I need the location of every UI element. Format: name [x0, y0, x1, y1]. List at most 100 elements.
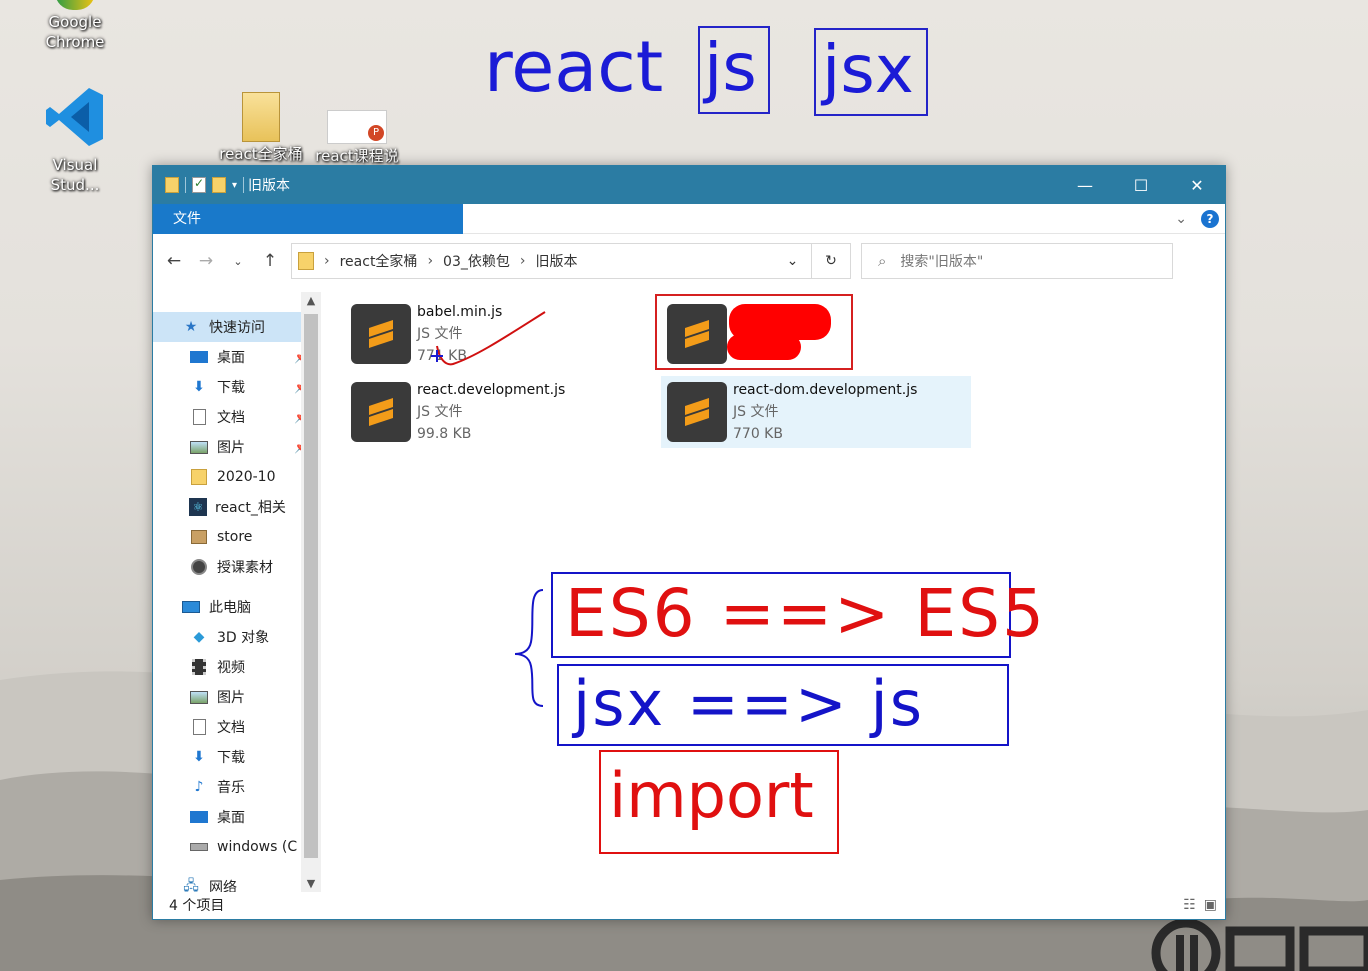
nav-item-downloads-pc[interactable]: ⬇ 下载 [153, 742, 321, 772]
nav-item-videos[interactable]: 视频 [153, 652, 321, 682]
nav-item-documents[interactable]: 文档 📌 [153, 402, 321, 432]
cube-icon: ◆ [193, 629, 205, 645]
nav-item-pictures-pc[interactable]: 图片 [153, 682, 321, 712]
nav-label: 3D 对象 [217, 630, 270, 646]
desktop-icon-react-ppt[interactable]: P react课程说 [312, 110, 402, 166]
scrollbar-thumb[interactable] [304, 314, 318, 858]
back-button[interactable]: ← [163, 251, 185, 271]
powerpoint-file-icon: P [327, 110, 387, 144]
annotation-jsx: jsx [822, 31, 914, 108]
expand-ribbon-icon[interactable]: ⌄ [1175, 211, 1187, 227]
breadcrumb-item[interactable]: 03_依赖包 [443, 251, 510, 271]
maximize-button[interactable]: ☐ [1113, 166, 1169, 204]
desktop-icon-label: react全家桶 [219, 145, 303, 163]
star-icon: ★ [184, 319, 198, 335]
file-type: JS 文件 [417, 404, 463, 420]
annotation-js: js [704, 29, 757, 106]
file-name: react-dom.development.js [733, 382, 918, 398]
desktop-icon [189, 349, 209, 365]
recent-locations-dropdown[interactable]: ⌄ [227, 255, 249, 268]
scroll-down-icon[interactable]: ▼ [301, 877, 321, 890]
nav-item-course-materials[interactable]: 授课素材 [153, 552, 321, 582]
properties-icon[interactable] [192, 176, 206, 193]
customize-toolbar-dropdown[interactable]: ▾ [232, 180, 237, 191]
nav-network[interactable]: 🖧 网络 [153, 872, 321, 892]
forward-button[interactable]: → [195, 251, 217, 271]
minimize-button[interactable]: — [1057, 166, 1113, 204]
document-icon [189, 409, 209, 425]
address-row: ← → ⌄ ↑ › react全家桶 › 03_依赖包 › 旧版本 ⌄ ↻ ⌕ … [153, 234, 1225, 288]
scroll-up-icon[interactable]: ▲ [301, 294, 321, 307]
computer-icon [181, 599, 201, 615]
address-bar[interactable]: › react全家桶 › 03_依赖包 › 旧版本 ⌄ ↻ [291, 243, 851, 279]
nav-label: 此电脑 [209, 600, 251, 616]
nav-label: 授课素材 [217, 560, 273, 576]
nav-item-desktop-pc[interactable]: 桌面 [153, 802, 321, 832]
desktop-icon-react-folder[interactable]: react全家桶 [216, 92, 306, 164]
file-list: babel.min.js JS 文件 771 KB react.developm… [333, 292, 1213, 892]
nav-scrollbar[interactable]: ▲ ▼ [301, 292, 321, 892]
desktop-icon-vscode[interactable]: Visual Stud... [30, 86, 120, 195]
nav-item-2020-10[interactable]: 2020-10 [153, 462, 321, 492]
chevron-right-icon[interactable]: › [520, 253, 526, 269]
desktop-icon [189, 809, 209, 825]
search-box[interactable]: ⌕ 搜索"旧版本" [861, 243, 1173, 279]
nav-item-3d-objects[interactable]: ◆ 3D 对象 [153, 622, 321, 652]
item-count: 4 个项目 [169, 898, 225, 914]
breadcrumb-item[interactable]: react全家桶 [340, 251, 418, 271]
nav-label: 下载 [217, 750, 245, 766]
nav-item-music[interactable]: ♪ 音乐 [153, 772, 321, 802]
annotation-checkmark-stroke [431, 311, 546, 366]
window-title: 旧版本 [248, 178, 291, 194]
up-button[interactable]: ↑ [259, 251, 281, 271]
nav-label: 桌面 [217, 810, 245, 826]
folder-icon [242, 92, 280, 142]
separator [243, 177, 245, 193]
new-folder-icon[interactable] [212, 177, 226, 193]
nav-quick-access[interactable]: ★ 快速访问 [153, 312, 321, 342]
nav-item-react-related[interactable]: ⚛ react_相关 [153, 492, 321, 522]
film-icon [189, 659, 209, 675]
nav-label: 下载 [217, 380, 245, 396]
close-button[interactable]: ✕ [1169, 166, 1225, 204]
package-icon [189, 529, 209, 545]
nav-this-pc[interactable]: 此电脑 [153, 592, 321, 622]
refresh-icon[interactable]: ↻ [812, 253, 850, 269]
file-type: JS 文件 [733, 404, 779, 420]
nav-label: 文档 [217, 720, 245, 736]
address-dropdown-icon[interactable]: ⌄ [774, 244, 812, 278]
annotation-es6-to-es5: ES6 ==> ES5 [565, 575, 1047, 652]
details-view-icon[interactable]: ☷ [1183, 897, 1196, 913]
nav-item-downloads[interactable]: ⬇ 下载 📌 [153, 372, 321, 402]
breadcrumb-item[interactable]: 旧版本 [535, 251, 577, 271]
nav-item-desktop[interactable]: 桌面 📌 [153, 342, 321, 372]
nav-item-pictures[interactable]: 图片 📌 [153, 432, 321, 462]
file-item-selected[interactable]: react-dom.development.js JS 文件 770 KB [661, 376, 971, 448]
file-item[interactable]: react.development.js JS 文件 99.8 KB [345, 376, 655, 448]
music-note-icon: ♪ [194, 779, 204, 795]
nav-item-drive-c[interactable]: windows (C [153, 832, 321, 862]
nav-label: react_相关 [215, 500, 286, 516]
picture-icon [189, 439, 209, 455]
folder-icon [165, 177, 179, 193]
desktop-icon-label: Visual Stud... [50, 156, 100, 194]
search-placeholder: 搜索"旧版本" [900, 254, 984, 270]
file-name: react.development.js [417, 382, 566, 398]
large-icons-view-icon[interactable]: ▣ [1204, 897, 1217, 913]
nav-label: store [217, 529, 253, 545]
sublime-text-file-icon [351, 304, 411, 364]
react-folder-icon: ⚛ [189, 498, 207, 516]
desktop-icon-chrome[interactable]: Google Chrome [30, 0, 120, 52]
nav-label: 网络 [209, 880, 237, 892]
title-bar: ▾ 旧版本 — ☐ ✕ [153, 166, 1225, 204]
file-explorer-window: ▾ 旧版本 — ☐ ✕ 文件 主页 共享 查看 ⌄ ? ← → ⌄ ↑ › re… [152, 165, 1226, 920]
nav-label: 文档 [217, 410, 245, 426]
chevron-right-icon[interactable]: › [427, 253, 433, 269]
app-icon [189, 559, 209, 575]
file-size: 99.8 KB [417, 426, 472, 442]
help-icon[interactable]: ? [1201, 209, 1219, 228]
nav-item-documents-pc[interactable]: 文档 [153, 712, 321, 742]
tab-file[interactable]: 文件 [153, 203, 463, 234]
chevron-right-icon[interactable]: › [324, 253, 330, 269]
nav-item-store[interactable]: store [153, 522, 321, 552]
